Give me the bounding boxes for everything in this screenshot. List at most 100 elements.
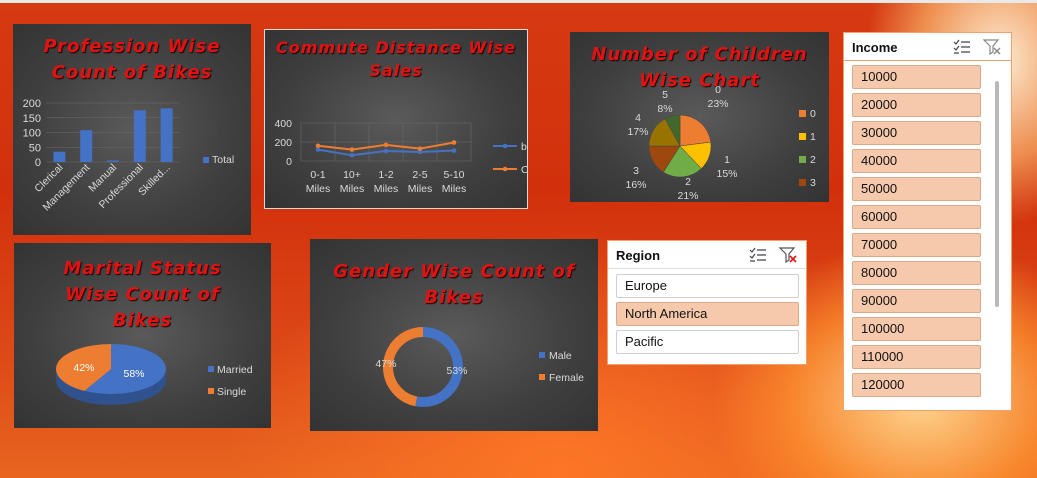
category-label: Miles bbox=[374, 183, 399, 195]
region-slicer[interactable]: Region Europe North America Pacific bbox=[607, 240, 807, 365]
commute-chart[interactable]: Commute Distance Wise Sales 400 200 0 0-1 Mi… bbox=[264, 29, 528, 209]
slicer-item-income[interactable]: 120000 bbox=[852, 373, 981, 397]
tick-label: 200 bbox=[274, 137, 292, 149]
tick-label: 100 bbox=[23, 128, 41, 140]
slicer-item-income[interactable]: 60000 bbox=[852, 205, 981, 229]
slicer-item-pacific[interactable]: Pacific bbox=[616, 330, 799, 354]
scrollbar-track[interactable] bbox=[993, 69, 1001, 405]
bar bbox=[160, 108, 173, 162]
slicer-item-income[interactable]: 10000 bbox=[852, 65, 981, 89]
slice-percent: 8% bbox=[657, 103, 672, 115]
category-label: 2-5 bbox=[412, 169, 427, 181]
category-label: Miles bbox=[306, 183, 331, 195]
legend-swatch bbox=[203, 157, 209, 163]
slicer-item-europe[interactable]: Europe bbox=[616, 274, 799, 298]
slicer-item-income[interactable]: 30000 bbox=[852, 121, 981, 145]
tick-label: 0 bbox=[286, 156, 292, 168]
legend-label: 0 bbox=[810, 108, 816, 120]
data-point bbox=[451, 140, 457, 145]
slice-label: 3 bbox=[633, 165, 639, 177]
slicer-item-label: Europe bbox=[625, 278, 667, 293]
slice-percent: 17% bbox=[627, 126, 648, 138]
category-label: 10+ bbox=[343, 169, 361, 181]
slice-label: 2 bbox=[685, 176, 691, 188]
data-point bbox=[383, 148, 389, 154]
slicer-item-income[interactable]: 90000 bbox=[852, 289, 981, 313]
slicer-item-label: Pacific bbox=[625, 334, 664, 349]
slicer-item-label: 10000 bbox=[861, 69, 898, 84]
legend-label: 3 bbox=[810, 177, 816, 189]
clear-filter-icon[interactable] bbox=[778, 246, 798, 264]
profession-chart[interactable]: Profession Wise Count of Bikes 200 150 100… bbox=[13, 24, 251, 235]
slicer-item-label: 90000 bbox=[861, 293, 898, 308]
slicer-item-income[interactable]: 70000 bbox=[852, 233, 981, 257]
pie-slice bbox=[679, 114, 712, 147]
slicer-item-label: 40000 bbox=[861, 153, 898, 168]
gender-chart[interactable]: Gender Wise Count of Bikes 53% 47% Male Fem… bbox=[310, 239, 598, 431]
tick-label: 150 bbox=[23, 113, 41, 125]
legend-label: bike bbox=[521, 141, 528, 153]
slicer-item-label: 80000 bbox=[861, 265, 898, 280]
bar bbox=[133, 110, 146, 162]
slice-label: 4 bbox=[635, 112, 641, 124]
legend-label: Male bbox=[549, 350, 572, 362]
data-point bbox=[315, 143, 321, 149]
slice-percent: 58% bbox=[123, 368, 144, 380]
slicer-item-income[interactable]: 80000 bbox=[852, 261, 981, 285]
children-pie-plot: 0 23% 1 15% 2 21% 3 16% 4 17% 5 8% 0 1 2 3 bbox=[625, 84, 816, 202]
legend-swatch bbox=[799, 110, 806, 117]
profession-bar-plot: 200150100500ClericalManagementManualProf… bbox=[23, 98, 235, 213]
category-label: Miles bbox=[340, 183, 365, 195]
slice-percent: 47% bbox=[375, 358, 396, 370]
income-slicer[interactable]: Income 10000 20000 30000 40000 50000 60000 700… bbox=[843, 32, 1012, 411]
data-point bbox=[349, 147, 355, 152]
bar bbox=[53, 151, 66, 162]
slice-label: 5 bbox=[662, 89, 668, 101]
data-point bbox=[383, 142, 389, 148]
multi-select-icon[interactable] bbox=[748, 246, 768, 264]
legend-label: Single bbox=[217, 386, 246, 398]
gender-donut-plot: 53% 47% Male Female bbox=[375, 327, 584, 407]
category-label: 0-1 bbox=[310, 169, 325, 181]
commute-line-plot: 400 200 0 0-1 Miles 10+ Miles 1-2 Miles 2-5 Miles 5… bbox=[274, 118, 528, 195]
slicer-item-income[interactable]: 40000 bbox=[852, 149, 981, 173]
slicer-item-label: North America bbox=[625, 306, 708, 321]
slice-percent: 53% bbox=[446, 365, 467, 377]
category-label: Miles bbox=[408, 183, 433, 195]
legend-label: 1 bbox=[810, 131, 816, 143]
data-point bbox=[451, 148, 457, 153]
slice-percent: 23% bbox=[707, 98, 728, 110]
slicer-header: Region bbox=[608, 241, 806, 269]
column-header-strip bbox=[0, 0, 1037, 3]
tick-label: 50 bbox=[29, 142, 41, 154]
slice-label: 1 bbox=[724, 154, 730, 166]
marital-chart[interactable]: Marital Status Wise Count of Bikes 58% 42… bbox=[14, 243, 271, 428]
slicer-title: Region bbox=[616, 248, 661, 263]
category-label: 1-2 bbox=[378, 169, 393, 181]
slice-percent: 42% bbox=[73, 362, 94, 374]
legend-swatch bbox=[539, 352, 545, 358]
slicer-item-income[interactable]: 20000 bbox=[852, 93, 981, 117]
scrollbar-thumb[interactable] bbox=[995, 81, 999, 307]
slicer-item-label: 110000 bbox=[861, 349, 904, 364]
tick-label: 0 bbox=[35, 157, 41, 169]
tick-label: 200 bbox=[23, 98, 41, 110]
slicer-item-label: 60000 bbox=[861, 209, 898, 224]
legend-label: Married bbox=[217, 364, 253, 376]
slicer-item-label: 120000 bbox=[861, 377, 905, 392]
slicer-item-income[interactable]: 100000 bbox=[852, 317, 981, 341]
slice-percent: 21% bbox=[677, 190, 698, 202]
slicer-item-north-america[interactable]: North America bbox=[616, 302, 799, 326]
slicer-item-label: 30000 bbox=[861, 125, 898, 140]
slicer-item-label: 50000 bbox=[861, 181, 898, 196]
legend-marker bbox=[502, 166, 508, 172]
slicer-item-income[interactable]: 50000 bbox=[852, 177, 981, 201]
slice-percent: 16% bbox=[625, 179, 646, 191]
children-chart[interactable]: Number of Children Wise Chart 0 23% 1 15% 2 2… bbox=[570, 32, 829, 202]
legend-swatch bbox=[799, 179, 806, 186]
slicer-item-income[interactable]: 110000 bbox=[852, 345, 981, 369]
legend-swatch bbox=[799, 133, 806, 140]
marital-pie-plot: 58% 42% Married Single bbox=[56, 344, 253, 405]
slice-percent: 15% bbox=[716, 168, 737, 180]
slicer-item-label: 70000 bbox=[861, 237, 898, 252]
